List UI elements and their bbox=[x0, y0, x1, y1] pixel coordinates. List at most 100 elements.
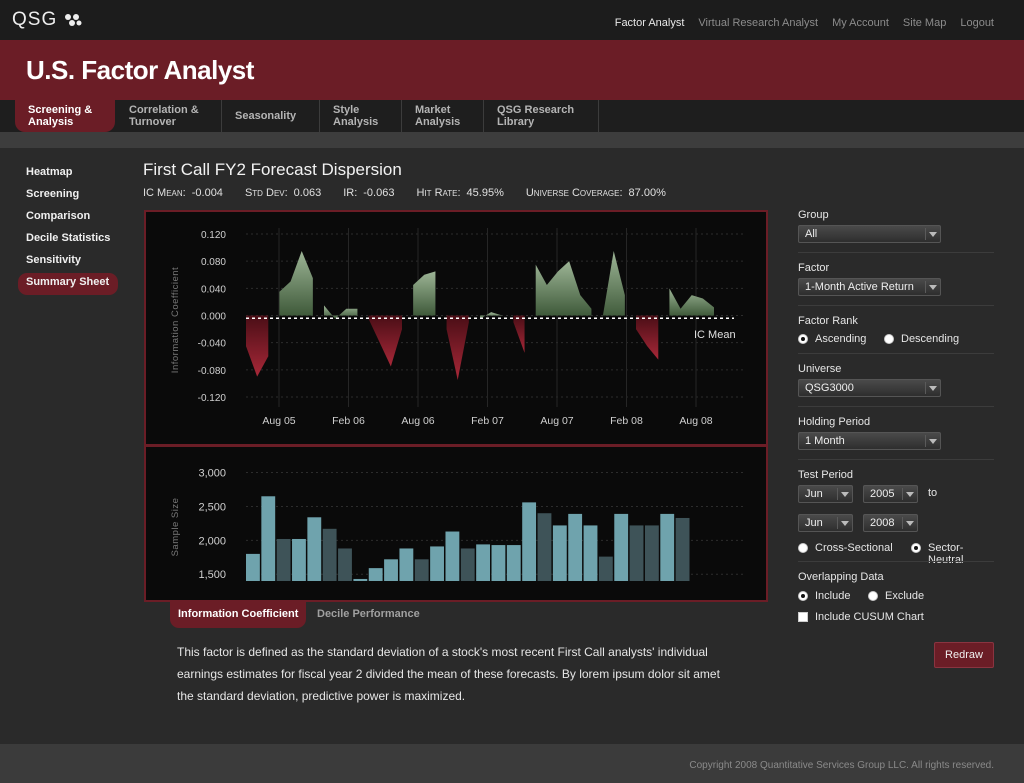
topnav-virtual-research-analyst[interactable]: Virtual Research Analyst bbox=[698, 17, 818, 29]
topnav-logout[interactable]: Logout bbox=[960, 17, 994, 29]
divider bbox=[798, 305, 994, 306]
descending-label: Descending bbox=[901, 333, 960, 345]
negative-ic-area bbox=[636, 315, 659, 360]
sample-size-bar bbox=[276, 538, 291, 581]
chevron-down-icon bbox=[902, 517, 914, 529]
tab-market-analysis[interactable]: Market Analysis bbox=[402, 100, 484, 132]
stat-hit-rate: Hit Rate: 45.95% bbox=[416, 187, 503, 199]
tab-qsg-research-library[interactable]: QSG Research Library bbox=[484, 100, 599, 132]
cusum-label: Include CUSUM Chart bbox=[815, 611, 924, 623]
sample-size-chart: 3,000 2,500 2,000 1,500 Sample Size bbox=[170, 468, 744, 581]
sample-size-bar bbox=[445, 531, 460, 581]
sample-size-bar bbox=[598, 556, 613, 581]
tab-correlation-turnover[interactable]: Correlation & Turnover bbox=[116, 100, 222, 132]
topnav-factor-analyst[interactable]: Factor Analyst bbox=[615, 17, 685, 29]
exclude-radio[interactable] bbox=[868, 591, 878, 601]
start-year-select[interactable]: 2005 bbox=[863, 485, 918, 503]
stat-key: IR: bbox=[343, 187, 358, 199]
stat-ir: IR: -0.063 bbox=[343, 187, 394, 199]
universe-label: Universe bbox=[798, 363, 842, 375]
sidenav-screening[interactable]: Screening bbox=[18, 185, 128, 207]
sample-size-bar bbox=[537, 513, 552, 581]
holding-period-select[interactable]: 1 Month bbox=[798, 432, 941, 450]
x-tick-label: Feb 07 bbox=[471, 415, 504, 427]
chevron-down-icon bbox=[837, 517, 849, 529]
tab-style-analysis[interactable]: Style Analysis bbox=[320, 100, 402, 132]
logo[interactable]: QSG bbox=[12, 9, 57, 31]
factor-label: Factor bbox=[798, 262, 830, 274]
sample-size-bar bbox=[614, 513, 629, 581]
negative-ic-area bbox=[368, 315, 402, 367]
divider bbox=[798, 561, 994, 562]
sample-size-bar bbox=[476, 544, 491, 581]
universe-select-value: QSG3000 bbox=[805, 382, 854, 394]
sector-neutral-radio[interactable] bbox=[911, 543, 921, 553]
include-radio[interactable] bbox=[798, 591, 808, 601]
end-year-select[interactable]: 2008 bbox=[863, 514, 918, 532]
sample-size-bar bbox=[399, 548, 414, 581]
sample-size-bar bbox=[583, 525, 598, 581]
cusum-checkbox[interactable] bbox=[798, 612, 808, 622]
cross-sectional-radio[interactable] bbox=[798, 543, 808, 553]
stat-key: Universe Coverage: bbox=[525, 187, 623, 199]
y-tick-label: -0.120 bbox=[198, 393, 227, 404]
sample-size-bar bbox=[552, 525, 567, 581]
y-tick-label: 3,000 bbox=[198, 468, 226, 480]
stat-value: -0.063 bbox=[363, 187, 395, 199]
universe-select[interactable]: QSG3000 bbox=[798, 379, 941, 397]
sample-size-bar bbox=[384, 559, 398, 581]
sample-size-bar bbox=[660, 513, 675, 581]
chevron-down-icon bbox=[925, 281, 937, 293]
x-tick-label: Feb 08 bbox=[610, 415, 643, 427]
end-month-select[interactable]: Jun bbox=[798, 514, 853, 532]
sample-size-bar bbox=[338, 548, 352, 581]
start-month-select[interactable]: Jun bbox=[798, 485, 853, 503]
sidenav-summary-sheet[interactable]: Summary Sheet bbox=[18, 273, 118, 295]
sidenav-heatmap[interactable]: Heatmap bbox=[18, 163, 128, 185]
stat-ic-mean: IC Mean: -0.004 bbox=[143, 187, 223, 199]
sample-size-bar bbox=[430, 546, 444, 581]
positive-ic-area bbox=[324, 305, 358, 319]
stat-value: -0.004 bbox=[191, 187, 223, 199]
cross-sectional-label: Cross-Sectional bbox=[815, 542, 893, 554]
factor-description: This factor is defined as the standard d… bbox=[177, 645, 720, 703]
chevron-down-icon bbox=[925, 435, 937, 447]
main-tabs: Screening & Analysis Correlation & Turno… bbox=[0, 100, 1024, 132]
group-select[interactable]: All bbox=[798, 225, 941, 243]
stat-key: Hit Rate: bbox=[416, 187, 461, 199]
include-label: Include bbox=[815, 590, 851, 602]
y-tick-label: -0.080 bbox=[198, 366, 227, 377]
subtab-information-coefficient[interactable]: Information Coefficient bbox=[170, 602, 307, 628]
sidenav-decile-statistics[interactable]: Decile Statistics bbox=[18, 229, 128, 251]
positive-ic-area bbox=[279, 250, 313, 316]
side-nav: Heatmap Screening Comparison Decile Stat… bbox=[18, 163, 128, 295]
start-year-value: 2005 bbox=[870, 488, 895, 500]
exclude-label: Exclude bbox=[885, 590, 925, 602]
factor-select[interactable]: 1-Month Active Return bbox=[798, 278, 941, 296]
tab-screening-analysis[interactable]: Screening & Analysis bbox=[15, 100, 115, 132]
ic-chart-panel: 0.120 0.080 0.040 0.000 -0.040 -0.080 -0.120 Au… bbox=[144, 210, 768, 446]
divider bbox=[798, 459, 994, 460]
ic-mean-annotation: IC Mean bbox=[694, 329, 736, 341]
sample-size-chart-panel: 3,000 2,500 2,000 1,500 Sample Size bbox=[144, 445, 768, 602]
subtab-decile-performance[interactable]: Decile Performance bbox=[309, 602, 428, 628]
redraw-button[interactable]: Redraw bbox=[934, 642, 994, 668]
stat-value: 87.00% bbox=[628, 187, 666, 199]
holding-period-label: Holding Period bbox=[798, 416, 871, 428]
topnav-site-map[interactable]: Site Map bbox=[903, 17, 946, 29]
sample-size-bar bbox=[568, 513, 583, 581]
sidenav-sensitivity[interactable]: Sensitivity bbox=[18, 251, 128, 273]
sidenav-comparison[interactable]: Comparison bbox=[18, 207, 128, 229]
ascending-radio[interactable] bbox=[798, 334, 808, 344]
tab-seasonality[interactable]: Seasonality bbox=[222, 100, 320, 132]
descending-radio[interactable] bbox=[884, 334, 894, 344]
stat-value: 0.063 bbox=[293, 187, 322, 199]
topnav-my-account[interactable]: My Account bbox=[832, 17, 889, 29]
app-title: U.S. Factor Analyst bbox=[26, 55, 254, 85]
positive-ic-area bbox=[535, 261, 592, 316]
y-tick-label: 0.000 bbox=[201, 312, 226, 323]
y-tick-label: -0.040 bbox=[198, 339, 227, 350]
x-tick-label: Aug 05 bbox=[262, 415, 295, 427]
chevron-down-icon bbox=[925, 382, 937, 394]
x-tick-label: Aug 08 bbox=[679, 415, 712, 427]
